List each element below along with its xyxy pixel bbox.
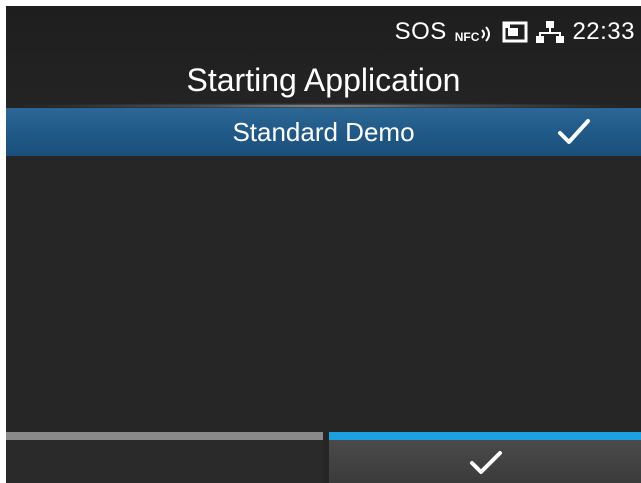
nfc-label: NFC: [454, 30, 480, 44]
right-softkey-indicator: [329, 432, 641, 440]
confirm-button[interactable]: [329, 440, 641, 483]
nfc-icon: NFC: [455, 20, 495, 44]
network-icon: [536, 20, 565, 44]
list-item-standard-demo[interactable]: Standard Demo: [6, 108, 641, 156]
checkmark-icon: [557, 118, 591, 153]
clock: 22:33: [572, 18, 635, 45]
checkmark-icon: [470, 451, 502, 474]
left-softkey-button[interactable]: [6, 440, 323, 483]
sd-card-icon: [502, 21, 528, 43]
printer-screen: SOS NFC 22:33 Starting Application Stand…: [6, 6, 641, 483]
page-title: Starting Application: [186, 62, 461, 98]
sos-indicator: SOS: [394, 18, 447, 45]
status-bar: SOS NFC 22:33: [395, 6, 641, 58]
left-softkey-indicator: [6, 432, 323, 440]
list-item-label: Standard Demo: [232, 117, 415, 147]
